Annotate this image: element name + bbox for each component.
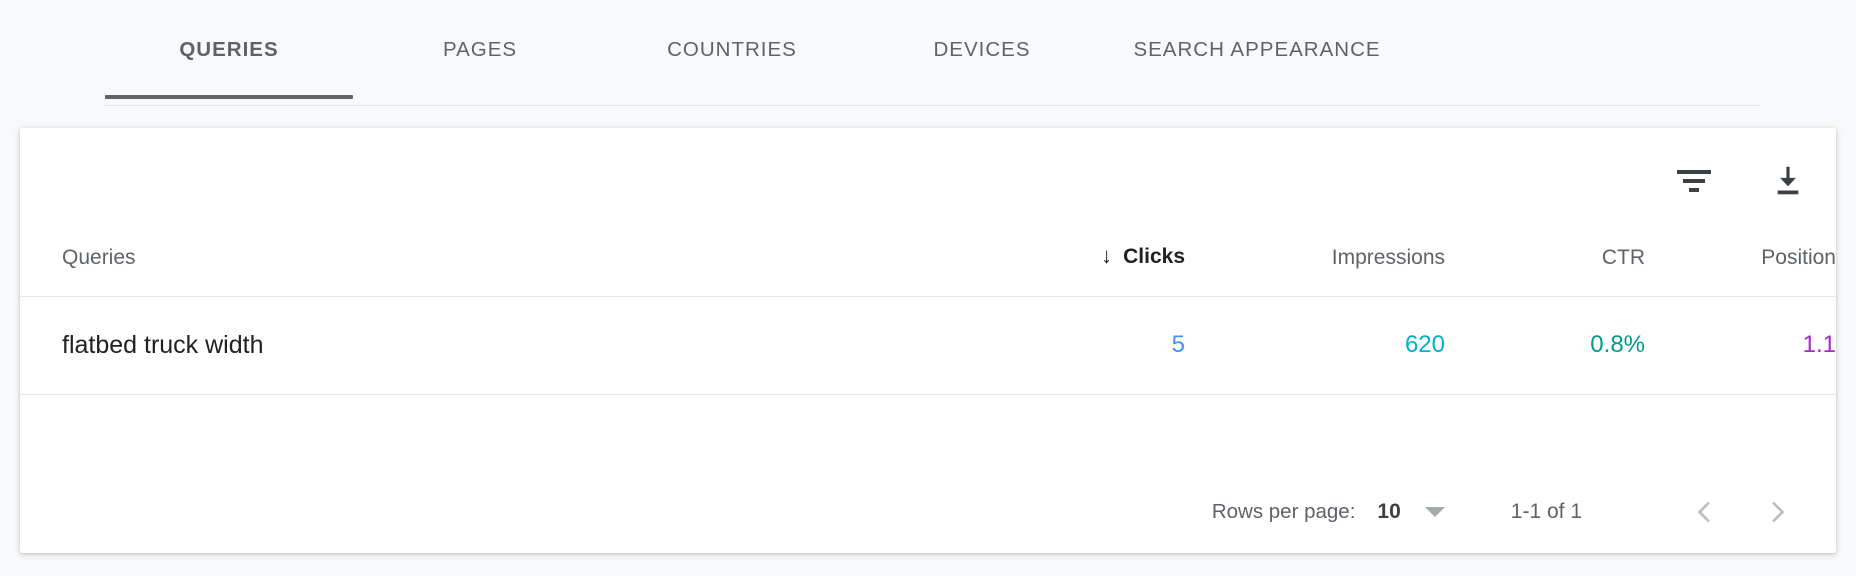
chevron-down-icon xyxy=(1425,507,1445,517)
table-header-row: Queries ↓ Clicks Impressions CTR xyxy=(20,220,1836,296)
performance-tabbar: QUERIES PAGES COUNTRIES DEVICES SEARCH A… xyxy=(0,0,1856,108)
performance-table: Queries ↓ Clicks Impressions CTR xyxy=(20,220,1836,395)
tab-queries-label: QUERIES xyxy=(179,40,278,67)
pagination-range-label: 1-1 of 1 xyxy=(1511,500,1582,524)
column-header-impressions[interactable]: Impressions xyxy=(1185,220,1445,296)
filter-button[interactable] xyxy=(1670,157,1718,205)
cell-impressions: 620 xyxy=(1185,296,1445,394)
tab-pages-label: PAGES xyxy=(443,40,517,67)
table-body: flatbed truck width 5 620 0.8% 1.1 xyxy=(20,296,1836,394)
filter-icon xyxy=(1677,169,1711,193)
tabbar-divider xyxy=(105,105,1760,106)
tab-countries-label: COUNTRIES xyxy=(667,40,797,67)
tab-search-appearance-label: SEARCH APPEARANCE xyxy=(1133,40,1380,67)
column-header-queries[interactable]: Queries xyxy=(20,220,925,296)
column-header-queries-label: Queries xyxy=(62,246,136,270)
rows-per-page-select[interactable]: 10 xyxy=(1377,500,1444,524)
tab-list: QUERIES PAGES COUNTRIES DEVICES SEARCH A… xyxy=(105,0,1760,107)
search-performance-panel: QUERIES PAGES COUNTRIES DEVICES SEARCH A… xyxy=(0,0,1856,576)
table-header: Queries ↓ Clicks Impressions CTR xyxy=(20,220,1836,296)
column-header-impressions-label: Impressions xyxy=(1332,246,1445,270)
table-toolbar xyxy=(1670,142,1812,220)
tab-devices-label: DEVICES xyxy=(934,40,1031,67)
tab-search-appearance[interactable]: SEARCH APPEARANCE xyxy=(1107,0,1407,107)
column-header-clicks[interactable]: ↓ Clicks xyxy=(925,220,1185,296)
column-header-clicks-label: Clicks xyxy=(1123,245,1185,269)
previous-page-button[interactable] xyxy=(1680,488,1728,536)
cell-query: flatbed truck width xyxy=(20,296,925,394)
column-header-ctr[interactable]: CTR xyxy=(1445,220,1645,296)
rows-per-page-value: 10 xyxy=(1377,500,1400,524)
tab-pages[interactable]: PAGES xyxy=(353,0,607,107)
table-pagination: Rows per page: 10 1-1 of 1 xyxy=(20,470,1836,553)
download-button[interactable] xyxy=(1764,157,1812,205)
column-header-ctr-label: CTR xyxy=(1602,246,1645,270)
download-icon xyxy=(1769,162,1807,200)
sort-descending-icon: ↓ xyxy=(1101,245,1112,267)
column-header-position[interactable]: Position xyxy=(1645,220,1836,296)
results-card: Queries ↓ Clicks Impressions CTR xyxy=(20,128,1836,553)
tab-queries[interactable]: QUERIES xyxy=(105,0,353,107)
tab-countries[interactable]: COUNTRIES xyxy=(607,0,857,107)
cell-clicks: 5 xyxy=(925,296,1185,394)
chevron-right-icon xyxy=(1763,497,1793,527)
tab-devices[interactable]: DEVICES xyxy=(857,0,1107,107)
column-header-position-label: Position xyxy=(1761,246,1836,270)
table-row[interactable]: flatbed truck width 5 620 0.8% 1.1 xyxy=(20,296,1836,394)
cell-position: 1.1 xyxy=(1645,296,1836,394)
chevron-left-icon xyxy=(1689,497,1719,527)
next-page-button[interactable] xyxy=(1754,488,1802,536)
rows-per-page-label: Rows per page: xyxy=(1212,500,1356,524)
cell-ctr: 0.8% xyxy=(1445,296,1645,394)
